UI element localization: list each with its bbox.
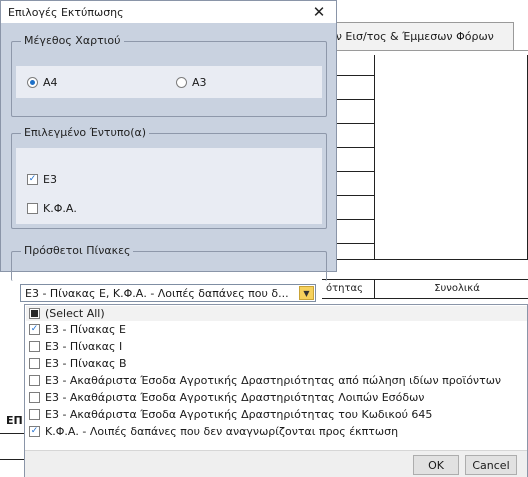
checkbox-indeterminate-icon[interactable] [29,308,40,319]
dialog-titlebar[interactable]: Επιλογές Εκτύπωσης ✕ [1,1,336,23]
radio-a4-label: A4 [43,76,58,89]
list-item[interactable]: Ε3 - Ακαθάριστα Έσοδα Αγροτικής Δραστηρι… [29,373,527,388]
list-item-label: Ε3 - Ακαθάριστα Έσοδα Αγροτικής Δραστηρι… [45,391,425,404]
checkbox-checked-icon[interactable]: ✓ [29,324,40,335]
paper-size-legend: Μέγεθος Χαρτιού [21,34,124,47]
dialog-title: Επιλογές Εκτύπωσης [8,5,124,19]
list-item[interactable]: Ε3 - Ακαθάριστα Έσοδα Αγροτικής Δραστηρι… [29,407,527,422]
checkbox-unchecked-icon[interactable] [29,392,40,403]
chevron-down-icon[interactable]: ▼ [299,286,314,300]
additional-tables-group: Πρόσθετοι Πίνακες [11,244,327,281]
tab-underline [322,50,528,51]
background-table-header: ότητας Συνολικά [322,279,528,299]
list-item[interactable]: Ε3 - Πίνακας Ι [29,339,527,354]
checkbox-e3-label: Ε3 [43,173,57,186]
paper-size-group: Μέγεθος Χαρτιού A4 A3 [11,34,327,117]
list-item-label: Ε3 - Ακαθάριστα Έσοδα Αγροτικής Δραστηρι… [45,408,433,421]
close-icon[interactable]: ✕ [310,3,328,21]
checkbox-checked-icon[interactable]: ✓ [29,426,40,437]
list-item[interactable]: ✓ Κ.Φ.Α. - Λοιπές δαπάνες που δεν αναγνω… [29,424,527,439]
ok-button[interactable]: OK [413,455,459,475]
checkbox-kfa-label: Κ.Φ.Α. [43,202,77,215]
list-item-label: Ε3 - Πίνακας Β [45,357,127,370]
background-left-text: ΕΠ [6,414,23,427]
header-total: Συνολικά [434,283,480,294]
background-tab[interactable]: ον Εισ/τος & Έμμεσων Φόρων [322,22,514,50]
grid-line [322,259,528,260]
header-separator [374,280,375,298]
background-grid [322,55,528,260]
checkbox-unchecked-icon[interactable] [29,375,40,386]
list-item-label: Ε3 - Ακαθάριστα Έσοδα Αγροτικής Δραστηρι… [45,374,502,387]
additional-tables-combo[interactable]: Ε3 - Πίνακας Ε, Κ.Φ.Α. - Λοιπές δαπάνες … [20,284,316,302]
checkbox-unchecked-icon[interactable] [29,341,40,352]
checkbox-checked-icon[interactable]: ✓ [27,174,38,185]
radio-a3[interactable]: A3 [176,76,207,89]
list-item[interactable]: Ε3 - Πίνακας Β [29,356,527,371]
checkbox-unchecked-icon[interactable] [29,358,40,369]
additional-tables-legend: Πρόσθετοι Πίνακες [21,244,134,257]
radio-a3-label: A3 [192,76,207,89]
selected-forms-group: Επιλεγμένο Έντυπο(α) ✓ Ε3 Κ.Φ.Α. [11,126,327,229]
checkbox-unchecked-icon[interactable] [27,203,38,214]
list-item[interactable]: ✓ Ε3 - Πίνακας Ε [29,322,527,337]
radio-unselected-icon[interactable] [176,77,187,88]
print-options-dialog: Επιλογές Εκτύπωσης ✕ Μέγεθος Χαρτιού A4 … [0,0,337,281]
checkbox-kfa[interactable]: Κ.Φ.Α. [27,202,77,215]
paper-size-panel: A4 A3 [16,66,322,98]
background-line [0,459,26,460]
grid-line [374,55,375,260]
list-item[interactable]: Ε3 - Ακαθάριστα Έσοδα Αγροτικής Δραστηρι… [29,390,527,405]
combo-value: Ε3 - Πίνακας Ε, Κ.Φ.Α. - Λοιπές δαπάνες … [25,286,289,300]
radio-selected-icon[interactable] [27,77,38,88]
header-activity: ότητας [326,283,363,294]
background-line [0,433,26,434]
additional-tables-dropdown: (Select All) ✓ Ε3 - Πίνακας Ε Ε3 - Πίνακ… [24,304,528,477]
list-item-label: Ε3 - Πίνακας Ε [45,323,126,336]
list-item-label: Κ.Φ.Α. - Λοιπές δαπάνες που δεν αναγνωρί… [45,425,399,438]
selected-forms-legend: Επιλεγμένο Έντυπο(α) [21,126,150,139]
checkbox-e3[interactable]: ✓ Ε3 [27,173,57,186]
dropdown-footer: OK Cancel [25,450,527,477]
checkbox-unchecked-icon[interactable] [29,409,40,420]
cancel-button[interactable]: Cancel [465,455,517,475]
selected-forms-panel: ✓ Ε3 Κ.Φ.Α. [16,148,322,224]
radio-a4[interactable]: A4 [27,76,58,89]
list-item-label: Ε3 - Πίνακας Ι [45,340,123,353]
select-all-label: (Select All) [45,307,105,320]
select-all-item[interactable]: (Select All) [26,306,527,321]
